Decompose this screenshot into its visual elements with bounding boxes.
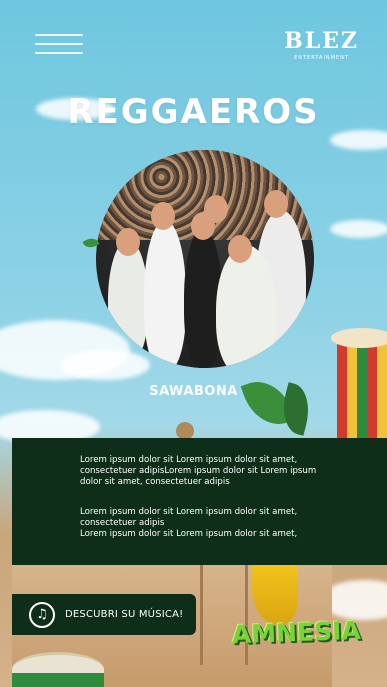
music-note-icon: ♫: [29, 601, 55, 628]
cloud-decoration: [330, 130, 387, 150]
logo-text: BLEZ: [284, 28, 359, 54]
discover-music-label: DESCUBRI SU MÚSICA!: [65, 609, 184, 620]
artist-page: BLEZ ENTERTAINMENT REGGAEROS SAWABONA Lo…: [0, 0, 387, 687]
drum-decoration: [331, 328, 387, 438]
logo-subtext: ENTERTAINMENT: [294, 55, 349, 61]
artist-title: REGGAEROS: [67, 92, 320, 132]
artist-photo: [96, 150, 314, 368]
hamburger-icon[interactable]: [35, 34, 83, 56]
brand-logo[interactable]: BLEZ ENTERTAINMENT: [284, 28, 359, 61]
description-paragraph: Lorem ipsum dolor sit Lorem ipsum dolor …: [80, 507, 298, 540]
drum-decoration: [12, 652, 104, 687]
amnesia-logo: AMNESIA: [231, 615, 362, 650]
description-paragraph: Lorem ipsum dolor sit Lorem ipsum dolor …: [80, 455, 317, 488]
cloud-decoration: [330, 220, 387, 238]
discover-music-button[interactable]: ♫ DESCUBRI SU MÚSICA!: [12, 594, 196, 635]
description-panel: Lorem ipsum dolor sit Lorem ipsum dolor …: [12, 438, 387, 565]
artist-subtitle: SAWABONA: [149, 384, 238, 399]
